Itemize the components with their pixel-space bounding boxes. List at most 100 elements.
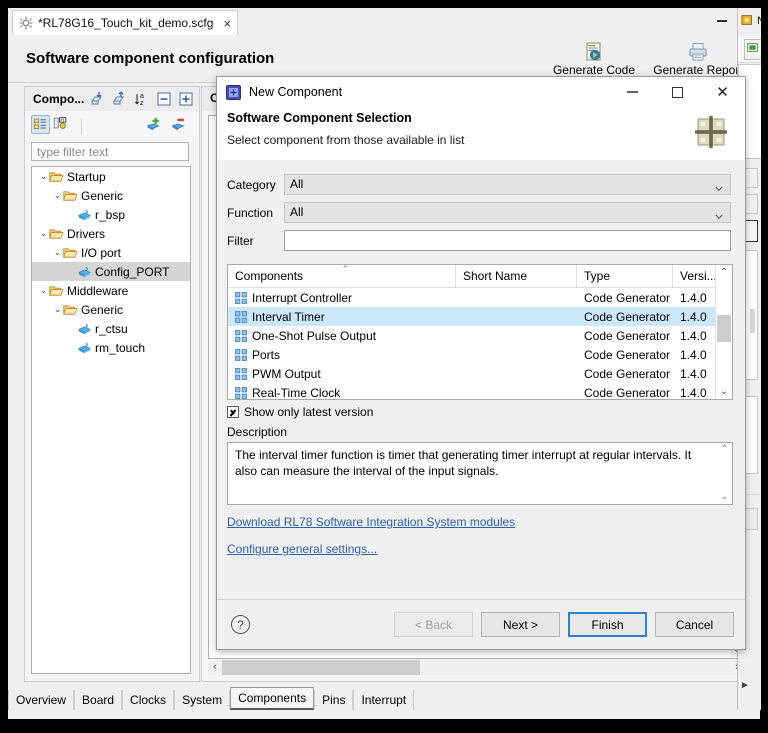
tree-item-i-o-port[interactable]: ⌄ I/O port: [32, 243, 190, 262]
tab-overview[interactable]: Overview: [8, 690, 75, 710]
table-row[interactable]: Ports Code Generator 1.4.0: [228, 345, 732, 364]
tree-item-generic[interactable]: ⌄ Generic: [32, 186, 190, 205]
finish-button[interactable]: Finish: [568, 612, 647, 637]
tab-clocks[interactable]: Clocks: [122, 690, 175, 710]
configure-general-settings-link[interactable]: Configure general settings...: [227, 542, 377, 556]
tree-item-r-ctsu[interactable]: r_ctsu: [32, 319, 190, 338]
export-icon[interactable]: [111, 90, 129, 108]
cell-type: Code Generator: [577, 329, 673, 343]
chevron-down-icon[interactable]: ⌄: [52, 247, 63, 258]
configure-hscrollbar[interactable]: ‹ ›: [208, 660, 744, 675]
tree-item-generic[interactable]: ⌄ Generic: [32, 300, 190, 319]
column-header-components[interactable]: Components ⌃: [228, 265, 456, 287]
remove-component-icon[interactable]: [170, 116, 189, 135]
dialog-header: Software Component Selection Select comp…: [217, 107, 745, 161]
editor-tab-strip: *RL78G16_Touch_kit_demo.scfg ×: [8, 8, 760, 36]
sliver-scroll-right-icon[interactable]: ►: [740, 680, 750, 691]
category-value: All: [290, 177, 304, 191]
dialog-minimize-button[interactable]: [610, 77, 655, 107]
chevron-down-icon[interactable]: ⌄: [38, 171, 49, 182]
show-only-latest-checkbox[interactable]: [227, 406, 239, 418]
filter-input[interactable]: [284, 230, 731, 251]
component-view-icon[interactable]: [31, 115, 50, 134]
tab-components[interactable]: Components: [230, 687, 315, 710]
vscroll-thumb[interactable]: [717, 315, 731, 342]
table-row[interactable]: Real-Time Clock Code Generator 1.4.0: [228, 383, 732, 399]
tab-interrupt[interactable]: Interrupt: [353, 690, 415, 710]
cancel-button[interactable]: Cancel: [655, 612, 734, 637]
cell-component-name: Interval Timer: [228, 310, 456, 324]
tree-item-config-port[interactable]: Config_PORT: [32, 262, 190, 281]
import-icon[interactable]: [89, 90, 107, 108]
component-tree[interactable]: ⌄ Startup ⌄ Generic r_bsp ⌄ Drivers ⌄ I/O port Co…: [31, 166, 191, 674]
chevron-down-icon[interactable]: ⌄: [38, 228, 49, 239]
column-header-short-name[interactable]: Short Name: [456, 265, 577, 287]
download-sis-modules-link[interactable]: Download RL78 Software Integration Syste…: [227, 515, 515, 529]
screen: *RL78G16_Touch_kit_demo.scfg × Software …: [0, 0, 768, 733]
chevron-down-icon[interactable]: ⌄: [38, 285, 49, 296]
hardware-view-icon[interactable]: H: [52, 115, 71, 134]
expand-all-icon[interactable]: [177, 90, 195, 108]
collapse-all-icon[interactable]: [155, 90, 173, 108]
cell-version-label: 1.4.0: [680, 290, 707, 305]
next-button[interactable]: Next >: [481, 612, 560, 637]
tree-item-middleware[interactable]: ⌄ Middleware: [32, 281, 190, 300]
tab-system[interactable]: System: [174, 690, 231, 710]
category-select[interactable]: All: [284, 174, 731, 195]
cell-component-name: One-Shot Pulse Output: [228, 329, 456, 343]
description-vscrollbar[interactable]: ⌃ ⌄: [717, 443, 732, 504]
cell-component-name: Ports: [228, 348, 456, 362]
show-only-latest-row[interactable]: Show only latest version: [227, 405, 373, 419]
folder-icon: [49, 227, 64, 241]
table-vscrollbar[interactable]: ⌃ ⌄: [715, 265, 732, 399]
components-table[interactable]: Components ⌃ Short Name Type Versi... Interr…: [227, 264, 733, 400]
tab-board[interactable]: Board: [74, 690, 123, 710]
chevron-down-icon: [715, 180, 723, 192]
sort-az-icon[interactable]: a z: [133, 90, 151, 108]
hscroll-thumb[interactable]: [222, 660, 420, 675]
filter-row: Filter: [227, 230, 731, 251]
table-row[interactable]: Interrupt Controller Code Generator 1.4.0: [228, 288, 732, 307]
tree-item-drivers[interactable]: ⌄ Drivers: [32, 224, 190, 243]
chevron-down-icon[interactable]: ⌄: [52, 304, 63, 315]
filter-input[interactable]: type filter text: [31, 142, 189, 161]
column-header-type[interactable]: Type: [577, 265, 673, 287]
tree-item-startup[interactable]: ⌄ Startup: [32, 167, 190, 186]
tree-item-rm-touch[interactable]: rm_touch: [32, 338, 190, 357]
scroll-left-icon[interactable]: ‹: [208, 660, 222, 675]
table-row[interactable]: One-Shot Pulse Output Code Generator 1.4.0: [228, 326, 732, 345]
scroll-down-icon[interactable]: ⌄: [717, 490, 732, 504]
sort-ascending-icon: ⌃: [341, 264, 350, 274]
tree-item-label: Drivers: [67, 226, 105, 241]
scroll-up-icon[interactable]: ⌃: [716, 265, 732, 280]
tree-item-label: r_bsp: [95, 207, 126, 222]
table-row[interactable]: PWM Output Code Generator 1.4.0: [228, 364, 732, 383]
generate-code-button[interactable]: Generate Code: [546, 38, 642, 77]
function-select[interactable]: All: [284, 202, 731, 223]
dialog-titlebar: New Component ✕: [217, 77, 745, 107]
add-component-icon[interactable]: [145, 116, 164, 135]
dialog-close-button[interactable]: ✕: [700, 77, 745, 107]
scroll-down-icon[interactable]: ⌄: [716, 384, 732, 399]
help-button[interactable]: ?: [231, 615, 250, 634]
generate-report-button[interactable]: Generate Report: [650, 38, 746, 77]
editor-tab[interactable]: *RL78G16_Touch_kit_demo.scfg ×: [12, 10, 239, 35]
tree-item-label: r_ctsu: [95, 321, 128, 336]
cell-version: 1.4.0: [673, 348, 718, 362]
tree-item-r-bsp[interactable]: r_bsp: [32, 205, 190, 224]
minimize-icon[interactable]: [716, 12, 729, 25]
component-icon: [77, 341, 92, 355]
scroll-up-icon[interactable]: ⌃: [717, 443, 732, 457]
tree-item-label: Config_PORT: [95, 264, 170, 279]
column-header-versi-[interactable]: Versi...: [673, 265, 718, 287]
dialog-maximize-button[interactable]: [655, 77, 700, 107]
table-row[interactable]: Interval Timer Code Generator 1.4.0: [228, 307, 732, 326]
cell-component-name: Real-Time Clock: [228, 386, 456, 399]
close-icon[interactable]: ×: [223, 17, 231, 30]
cell-version: 1.4.0: [673, 329, 718, 343]
chevron-down-icon[interactable]: ⌄: [52, 190, 63, 201]
tab-pins[interactable]: Pins: [314, 690, 354, 710]
sliver-tool-button[interactable]: [744, 39, 761, 60]
button-label: Finish: [591, 617, 624, 632]
cell-type: Code Generator: [577, 348, 673, 362]
